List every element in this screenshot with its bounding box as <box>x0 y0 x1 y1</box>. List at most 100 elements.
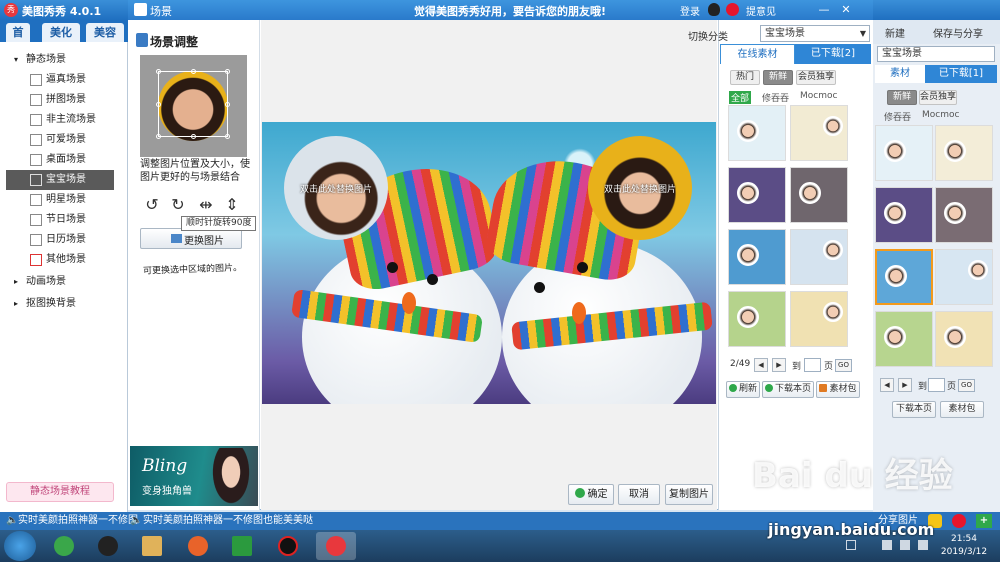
status-text-2[interactable]: 实时美颜拍照神器一不修图也能美美哒 <box>143 512 313 530</box>
category-select[interactable]: 宝宝场景 ▼ <box>760 25 870 42</box>
rotate-right-icon[interactable]: ↻ <box>168 195 188 215</box>
start-button[interactable] <box>4 531 36 561</box>
tree-item-collage[interactable]: 拼图场景 <box>0 90 124 110</box>
tree-item-alternative[interactable]: 非主流场景 <box>0 110 124 130</box>
material-thumbnail[interactable] <box>728 167 786 223</box>
taskbar-app[interactable] <box>44 532 84 560</box>
taskbar-app[interactable] <box>132 532 172 560</box>
tutorial-button[interactable]: 静态场景教程 <box>6 482 114 502</box>
sub-filter-mocmoc[interactable]: Mocmoc <box>800 91 837 101</box>
material-thumbnail[interactable] <box>935 249 993 305</box>
weibo-icon[interactable] <box>952 514 966 528</box>
tab-home[interactable]: 首 <box>6 23 30 42</box>
material-pack-button[interactable]: 素材包 <box>816 381 860 398</box>
download-page-button[interactable]: 下载本页 <box>762 381 814 398</box>
filter-vip[interactable]: 会员独享 <box>796 70 836 85</box>
resize-handle[interactable] <box>225 102 230 107</box>
filter-hot[interactable]: 热门 <box>730 70 760 85</box>
scene-preview[interactable]: 双击此处替换图片 双击此处替换图片 <box>262 122 716 404</box>
background-filter-fresh[interactable]: 新鲜 <box>887 90 917 105</box>
taskbar-clock[interactable]: 21:54 2019/3/12 <box>938 533 990 559</box>
tray-icon[interactable] <box>846 540 856 550</box>
flip-horizontal-icon[interactable]: ⇹ <box>196 195 216 215</box>
background-tab-downloaded[interactable]: 已下载[1] <box>925 65 997 83</box>
tree-item-other[interactable]: 其他场景 <box>0 250 124 270</box>
photo-slot-left[interactable]: 双击此处替换图片 <box>284 136 388 240</box>
prev-page-button[interactable]: ◀ <box>754 358 768 372</box>
sub-filter-xiutuntun[interactable]: 修吞吞 <box>762 91 789 104</box>
background-sub-filter[interactable]: 修吞吞 <box>884 110 911 123</box>
background-category-select[interactable]: 宝宝场景 <box>877 46 995 62</box>
material-thumbnail[interactable] <box>875 311 933 367</box>
background-sub-filter[interactable]: Mocmoc <box>922 110 959 120</box>
page-input[interactable] <box>928 378 945 392</box>
tree-item-realistic[interactable]: 逼真场景 <box>0 70 124 90</box>
taskbar-app-meitu[interactable] <box>316 532 356 560</box>
save-share-button[interactable]: 保存与分享 <box>933 25 983 40</box>
resize-handle[interactable] <box>225 69 230 74</box>
taskbar-app[interactable] <box>268 532 308 560</box>
tree-item-festival[interactable]: 节日场景 <box>0 210 124 230</box>
status-text-1[interactable]: 实时美颜拍照神器一不修图 <box>18 512 138 530</box>
weibo-icon[interactable] <box>726 3 739 16</box>
feedback-link[interactable]: 提意见 <box>746 3 776 18</box>
resize-handle[interactable] <box>156 69 161 74</box>
tree-item-star[interactable]: 明星场景 <box>0 190 124 210</box>
background-tab-online[interactable]: 素材 <box>875 65 925 83</box>
material-thumbnail[interactable] <box>790 291 848 347</box>
material-thumbnail[interactable] <box>935 187 993 243</box>
taskbar-app[interactable] <box>178 532 218 560</box>
qq-icon[interactable] <box>708 3 720 16</box>
material-thumbnail[interactable] <box>875 125 933 181</box>
material-thumbnail[interactable] <box>790 167 848 223</box>
tab-online-materials[interactable]: 在线素材 <box>720 44 795 64</box>
background-material-pack-button[interactable]: 素材包 <box>940 401 984 418</box>
material-thumbnail[interactable] <box>790 105 848 161</box>
tree-root-static[interactable]: ▾ 静态场景 <box>0 50 124 70</box>
minimize-icon[interactable]: — <box>816 2 832 17</box>
tree-item-desktop[interactable]: 桌面场景 <box>0 150 124 170</box>
next-page-button[interactable]: ▶ <box>772 358 786 372</box>
material-thumbnail[interactable] <box>790 229 848 285</box>
flip-vertical-icon[interactable]: ⇕ <box>222 195 242 215</box>
refresh-button[interactable]: 刷新 <box>726 381 760 398</box>
tree-item-baby[interactable]: 宝宝场景 <box>6 170 114 190</box>
sub-filter-all[interactable]: 全部 <box>729 91 752 104</box>
tree-root-animated[interactable]: ▸ 动画场景 <box>0 272 124 292</box>
resize-handle[interactable] <box>191 69 196 74</box>
taskbar-app[interactable] <box>222 532 262 560</box>
volume-icon[interactable] <box>918 540 928 550</box>
tree-root-cutout[interactable]: ▸ 抠图换背景 <box>0 294 124 314</box>
login-link[interactable]: 登录 <box>680 3 700 18</box>
next-page-button[interactable]: ▶ <box>898 378 912 392</box>
rotate-left-icon[interactable]: ↺ <box>142 195 162 215</box>
resize-handle[interactable] <box>156 102 161 107</box>
go-button[interactable]: GO <box>835 359 852 372</box>
crop-selection[interactable] <box>156 69 230 139</box>
material-thumbnail[interactable] <box>875 249 933 305</box>
tab-cosmetic[interactable]: 美容 <box>86 23 124 42</box>
tab-downloaded-materials[interactable]: 已下载[2] <box>795 44 871 64</box>
taskbar-app[interactable] <box>88 532 128 560</box>
change-image-button[interactable]: 更换图片 <box>140 228 242 249</box>
cancel-button[interactable]: 取消 <box>618 484 660 505</box>
material-thumbnail[interactable] <box>728 291 786 347</box>
copy-image-button[interactable]: 复制图片 <box>665 484 713 505</box>
crop-thumbnail[interactable] <box>140 55 247 157</box>
new-button[interactable]: 新建 <box>885 25 905 40</box>
material-thumbnail[interactable] <box>935 125 993 181</box>
add-icon[interactable]: + <box>976 514 992 528</box>
resize-handle[interactable] <box>156 134 161 139</box>
ad-banner[interactable]: Bling 变身独角兽 <box>130 446 258 506</box>
material-thumbnail[interactable] <box>875 187 933 243</box>
network-icon[interactable] <box>900 540 910 550</box>
tree-item-cute[interactable]: 可爱场景 <box>0 130 124 150</box>
background-filter-vip[interactable]: 会员独享 <box>919 90 957 105</box>
material-thumbnail[interactable] <box>728 229 786 285</box>
tray-icon[interactable] <box>882 540 892 550</box>
close-icon[interactable]: ✕ <box>838 2 854 17</box>
tree-item-calendar[interactable]: 日历场景 <box>0 230 124 250</box>
resize-handle[interactable] <box>225 134 230 139</box>
prev-page-button[interactable]: ◀ <box>880 378 894 392</box>
ok-button[interactable]: 确定 <box>568 484 614 505</box>
